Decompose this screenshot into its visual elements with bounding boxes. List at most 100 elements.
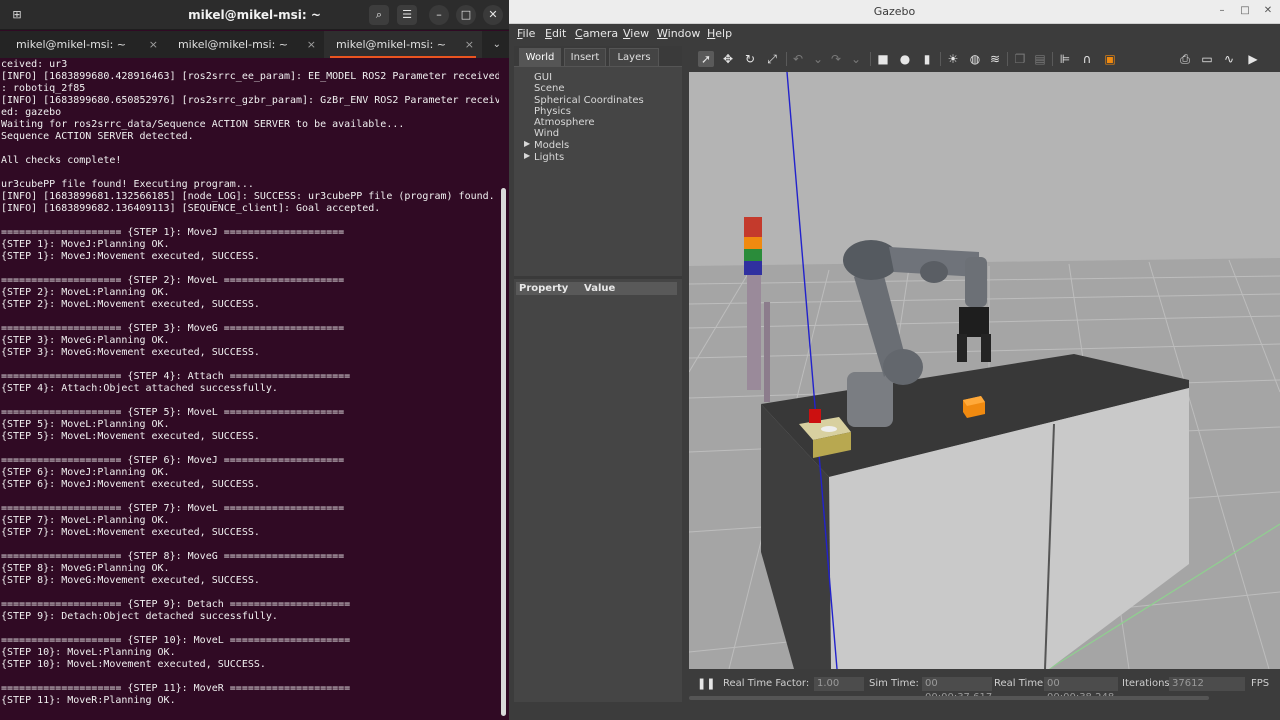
select-arrow-icon[interactable]: ➚	[698, 51, 714, 67]
plot-icon[interactable]: ∿	[1221, 51, 1237, 67]
box-shape-icon[interactable]: ■	[875, 51, 891, 67]
toolbar-divider	[940, 52, 941, 66]
scale-icon[interactable]: ⤢	[764, 51, 780, 67]
minimize-icon[interactable]: –	[429, 5, 449, 25]
tab-world[interactable]: World	[519, 48, 561, 66]
terminal-line: {STEP 8}: MoveG:Planning OK.	[1, 563, 170, 574]
tab-layers[interactable]: Layers	[609, 48, 659, 66]
menu-label: dit	[551, 27, 567, 40]
menu-help[interactable]: Help	[707, 27, 732, 40]
maximize-icon[interactable]: □	[456, 5, 476, 25]
search-icon[interactable]: ⌕	[369, 5, 389, 25]
menu-label: iew	[630, 27, 650, 40]
menu-label: amera	[582, 27, 619, 40]
undo-icon[interactable]: ↶	[790, 51, 806, 67]
panel-tabs: World Insert Layers	[514, 46, 682, 66]
terminal-tab-1[interactable]: mikel@mikel-msi: ~ ×	[0, 31, 166, 58]
tab-close-icon[interactable]: ×	[307, 31, 316, 58]
signal-tower-pole	[764, 302, 770, 402]
tree-item-lights[interactable]: Lights	[534, 152, 564, 163]
start-button	[821, 426, 837, 432]
menu-mnemonic: E	[545, 27, 552, 40]
tree-item-models[interactable]: Models	[534, 140, 569, 151]
menu-file[interactable]: File	[517, 27, 535, 40]
terminal-tab-3[interactable]: mikel@mikel-msi: ~ ×	[324, 31, 482, 58]
terminal-line: ==================== {STEP 7}: MoveL ===…	[1, 503, 345, 514]
hamburger-menu-icon[interactable]: ☰	[397, 5, 417, 25]
status-bar: ❚❚ Real Time Factor: 1.00 Sim Time: 00 0…	[689, 672, 1280, 703]
3d-viewport[interactable]	[689, 72, 1280, 669]
expand-arrow-icon[interactable]: ▶	[524, 151, 530, 160]
tab-close-icon[interactable]: ×	[149, 31, 158, 58]
terminal-line: {STEP 1}: MoveJ:Movement executed, SUCCE…	[1, 251, 260, 262]
copy-icon[interactable]: ❐	[1012, 51, 1028, 67]
directional-light-icon[interactable]: ≋	[987, 51, 1003, 67]
terminal-line: ==================== {STEP 11}: MoveR ==…	[1, 683, 351, 694]
align-icon[interactable]: ⊫	[1057, 51, 1073, 67]
menu-window[interactable]: Window	[657, 27, 700, 40]
rotate-icon[interactable]: ↻	[742, 51, 758, 67]
expand-arrow-icon[interactable]: ▶	[524, 139, 530, 148]
gripper-body	[959, 307, 989, 337]
terminal-line: ur3cubePP file found! Executing program.…	[1, 179, 254, 190]
minimize-icon[interactable]: –	[1215, 4, 1229, 18]
paste-icon[interactable]: ▤	[1032, 51, 1048, 67]
cylinder-shape-icon[interactable]: ▮	[919, 51, 935, 67]
tab-insert[interactable]: Insert	[564, 48, 606, 66]
menu-view[interactable]: View	[623, 27, 649, 40]
translate-icon[interactable]: ✥	[720, 51, 736, 67]
terminal-line: {STEP 8}: MoveG:Movement executed, SUCCE…	[1, 575, 260, 586]
terminal-tab-2[interactable]: mikel@mikel-msi: ~ ×	[166, 31, 324, 58]
sphere-shape-icon[interactable]: ●	[897, 51, 913, 67]
emergency-stop-button	[809, 409, 821, 423]
tree-item-physics[interactable]: Physics	[534, 106, 571, 117]
maximize-icon[interactable]: □	[1238, 4, 1252, 18]
menu-edit[interactable]: Edit	[545, 27, 566, 40]
sim-time-label: Sim Time:	[869, 678, 919, 689]
signal-light-green	[744, 249, 762, 261]
close-icon[interactable]: ✕	[483, 5, 503, 25]
snap-icon[interactable]: ∩	[1079, 51, 1095, 67]
terminal-line: ==================== {STEP 10}: MoveL ==…	[1, 635, 351, 646]
menu-mnemonic: C	[575, 27, 583, 40]
terminal-line: ==================== {STEP 8}: MoveG ===…	[1, 551, 345, 562]
undo-history-icon[interactable]: ⌄	[810, 51, 826, 67]
terminal-line: {STEP 6}: MoveJ:Planning OK.	[1, 467, 170, 478]
terminal-header: ⊞ mikel@mikel-msi: ~ ⌕ ☰ – □ ✕	[0, 0, 509, 30]
close-icon[interactable]: ✕	[1261, 4, 1275, 18]
robot-wrist	[965, 257, 987, 307]
change-view-icon[interactable]: ▣	[1102, 51, 1118, 67]
robot-base-joint	[883, 349, 923, 385]
tree-item-scene[interactable]: Scene	[534, 83, 565, 94]
value-column-label: Value	[584, 283, 616, 294]
screenshot-camera-icon[interactable]: ⎙	[1177, 51, 1193, 67]
terminal-line: ==================== {STEP 5}: MoveL ===…	[1, 407, 345, 418]
redo-icon[interactable]: ↷	[828, 51, 844, 67]
tree-item-wind[interactable]: Wind	[534, 128, 559, 139]
terminal-output[interactable]: ceived: ur3 [INFO] [1683899680.428916463]…	[1, 59, 499, 720]
terminal-line: : robotiq_2f85	[1, 83, 86, 94]
tree-item-atmosphere[interactable]: Atmosphere	[534, 117, 595, 128]
terminal-line: ==================== {STEP 4}: Attach ==…	[1, 371, 351, 382]
redo-history-icon[interactable]: ⌄	[848, 51, 864, 67]
viewport-horizontal-scrollbar[interactable]	[689, 696, 1209, 700]
terminal-scrollbar[interactable]	[501, 188, 506, 716]
pause-icon[interactable]: ❚❚	[697, 677, 715, 691]
log-icon[interactable]: ▭	[1199, 51, 1215, 67]
terminal-line: {STEP 10}: MoveL:Planning OK.	[1, 647, 176, 658]
menu-camera[interactable]: Camera	[575, 27, 618, 40]
spot-light-icon[interactable]: ◍	[967, 51, 983, 67]
tree-item-gui[interactable]: GUI	[534, 72, 552, 83]
terminal-tab-bar: mikel@mikel-msi: ~ × mikel@mikel-msi: ~ …	[0, 31, 509, 58]
point-light-icon[interactable]: ☀	[945, 51, 961, 67]
terminal-line: [INFO] [1683899680.428916463] [ros2srrc_…	[1, 71, 499, 82]
tab-close-icon[interactable]: ×	[465, 31, 474, 58]
chevron-down-icon[interactable]: ⌄	[493, 31, 501, 58]
video-record-icon[interactable]: ▶	[1245, 51, 1261, 67]
real-time-value: 00 00:00:38.248	[1044, 677, 1118, 703]
tree-item-spherical-coordinates[interactable]: Spherical Coordinates	[534, 95, 644, 106]
terminal-line: ==================== {STEP 3}: MoveG ===…	[1, 323, 345, 334]
